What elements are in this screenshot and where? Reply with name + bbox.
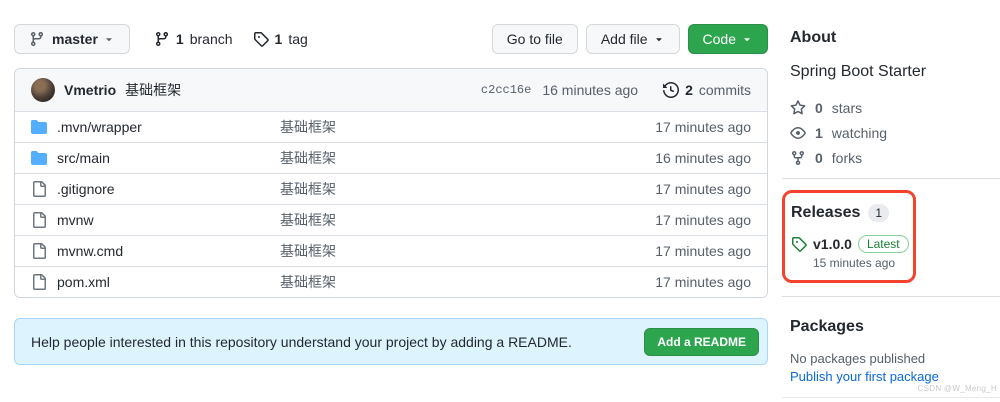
file-commit-time: 17 minutes ago xyxy=(601,243,751,259)
star-icon xyxy=(790,100,806,116)
repo-toolbar: master 1 branch 1 tag Go to file Add fil… xyxy=(14,24,768,54)
release-version-link[interactable]: v1.0.0 xyxy=(813,236,852,252)
releases-title[interactable]: Releases xyxy=(791,203,860,223)
folder-icon xyxy=(31,150,47,166)
sidebar-divider xyxy=(782,178,1000,179)
releases-counter-badge: 1 xyxy=(868,204,889,222)
table-row: .mvn/wrapper 基础框架 17 minutes ago xyxy=(15,111,767,142)
add-file-label: Add file xyxy=(601,31,648,47)
watching-label: watching xyxy=(832,125,887,141)
file-commit-time: 17 minutes ago xyxy=(601,119,751,135)
branch-count-label: branch xyxy=(190,31,233,47)
repo-stats: 0 stars 1 watching 0 forks xyxy=(790,95,1000,170)
file-commit-time: 16 minutes ago xyxy=(601,150,751,166)
watching-count: 1 xyxy=(815,125,823,141)
go-to-file-button[interactable]: Go to file xyxy=(492,24,578,54)
forks-link[interactable]: 0 forks xyxy=(790,145,1000,170)
tag-icon xyxy=(253,31,269,47)
file-commit-time: 17 minutes ago xyxy=(601,274,751,290)
sidebar: About Spring Boot Starter 0 stars 1 watc… xyxy=(782,0,1000,402)
watching-link[interactable]: 1 watching xyxy=(790,120,1000,145)
commit-time: 16 minutes ago xyxy=(542,82,638,98)
commit-author[interactable]: Vmetrio xyxy=(64,82,116,98)
stars-label: stars xyxy=(832,100,862,116)
file-commit-message[interactable]: 基础框架 xyxy=(280,117,601,137)
table-row: mvnw 基础框架 17 minutes ago xyxy=(15,204,767,235)
repo-description: Spring Boot Starter xyxy=(790,62,1000,82)
tags-link[interactable]: 1 tag xyxy=(253,31,308,47)
folder-icon xyxy=(31,119,47,135)
file-commit-message[interactable]: 基础框架 xyxy=(280,179,601,199)
latest-badge[interactable]: Latest xyxy=(858,235,909,253)
file-commit-message[interactable]: 基础框架 xyxy=(280,148,601,168)
file-name[interactable]: mvnw.cmd xyxy=(57,243,280,259)
table-row: pom.xml 基础框架 17 minutes ago xyxy=(15,266,767,297)
file-commit-time: 17 minutes ago xyxy=(601,212,751,228)
tag-count: 1 xyxy=(275,31,283,47)
eye-icon xyxy=(790,125,806,141)
table-row: src/main 基础框架 16 minutes ago xyxy=(15,142,767,173)
branch-selector-button[interactable]: master xyxy=(14,24,130,54)
sidebar-divider xyxy=(782,296,1000,297)
about-title: About xyxy=(790,28,1000,48)
code-button[interactable]: Code xyxy=(688,24,768,54)
git-branch-icon xyxy=(154,31,170,47)
code-label: Code xyxy=(703,31,736,47)
repo-forked-icon xyxy=(790,150,806,166)
stars-link[interactable]: 0 stars xyxy=(790,95,1000,120)
file-commit-message[interactable]: 基础框架 xyxy=(280,241,601,261)
branch-count: 1 xyxy=(176,31,184,47)
release-time: 15 minutes ago xyxy=(791,256,909,270)
latest-commit-bar: Vmetrio 基础框架 c2cc16e 16 minutes ago 2 co… xyxy=(15,69,767,111)
forks-label: forks xyxy=(832,150,862,166)
history-icon xyxy=(663,82,679,98)
publish-package-link[interactable]: Publish your first package xyxy=(790,369,939,384)
file-name[interactable]: .mvn/wrapper xyxy=(57,119,280,135)
triangle-down-icon xyxy=(741,33,753,45)
add-file-button[interactable]: Add file xyxy=(586,24,680,54)
file-icon xyxy=(31,181,47,197)
file-commit-message[interactable]: 基础框架 xyxy=(280,210,601,230)
file-icon xyxy=(31,243,47,259)
file-browser: Vmetrio 基础框架 c2cc16e 16 minutes ago 2 co… xyxy=(14,68,768,298)
commit-count: 2 xyxy=(685,82,693,98)
file-commit-time: 17 minutes ago xyxy=(601,181,751,197)
branches-link[interactable]: 1 branch xyxy=(154,31,233,47)
releases-annotation-box: Releases 1 v1.0.0 Latest 15 minutes ago xyxy=(782,190,916,283)
file-name[interactable]: src/main xyxy=(57,150,280,166)
tag-icon xyxy=(791,236,807,252)
avatar[interactable] xyxy=(31,78,55,102)
go-to-file-label: Go to file xyxy=(507,31,563,47)
forks-count: 0 xyxy=(815,150,823,166)
stars-count: 0 xyxy=(815,100,823,116)
git-branch-icon xyxy=(29,31,45,47)
packages-empty-text: No packages published xyxy=(790,351,1000,366)
tag-count-label: tag xyxy=(288,31,307,47)
packages-title: Packages xyxy=(790,317,1000,337)
add-readme-button[interactable]: Add a README xyxy=(644,328,759,356)
file-icon xyxy=(31,212,47,228)
commit-sha[interactable]: c2cc16e xyxy=(481,83,531,97)
table-row: .gitignore 基础框架 17 minutes ago xyxy=(15,173,767,204)
readme-banner: Help people interested in this repositor… xyxy=(14,318,768,365)
commit-count-label: commits xyxy=(699,82,751,98)
file-name[interactable]: .gitignore xyxy=(57,181,280,197)
triangle-down-icon xyxy=(103,33,115,45)
triangle-down-icon xyxy=(653,33,665,45)
file-icon xyxy=(31,274,47,290)
table-row: mvnw.cmd 基础框架 17 minutes ago xyxy=(15,235,767,266)
watermark: CSDN @W_Meng_H xyxy=(918,384,997,393)
commits-link[interactable]: 2 commits xyxy=(663,82,751,98)
readme-banner-text: Help people interested in this repositor… xyxy=(31,334,572,350)
commit-message[interactable]: 基础框架 xyxy=(125,80,181,100)
release-item: v1.0.0 Latest xyxy=(791,235,909,253)
sidebar-divider xyxy=(782,397,1000,398)
branch-name: master xyxy=(52,31,98,47)
file-commit-message[interactable]: 基础框架 xyxy=(280,272,601,292)
file-name[interactable]: pom.xml xyxy=(57,274,280,290)
file-name[interactable]: mvnw xyxy=(57,212,280,228)
